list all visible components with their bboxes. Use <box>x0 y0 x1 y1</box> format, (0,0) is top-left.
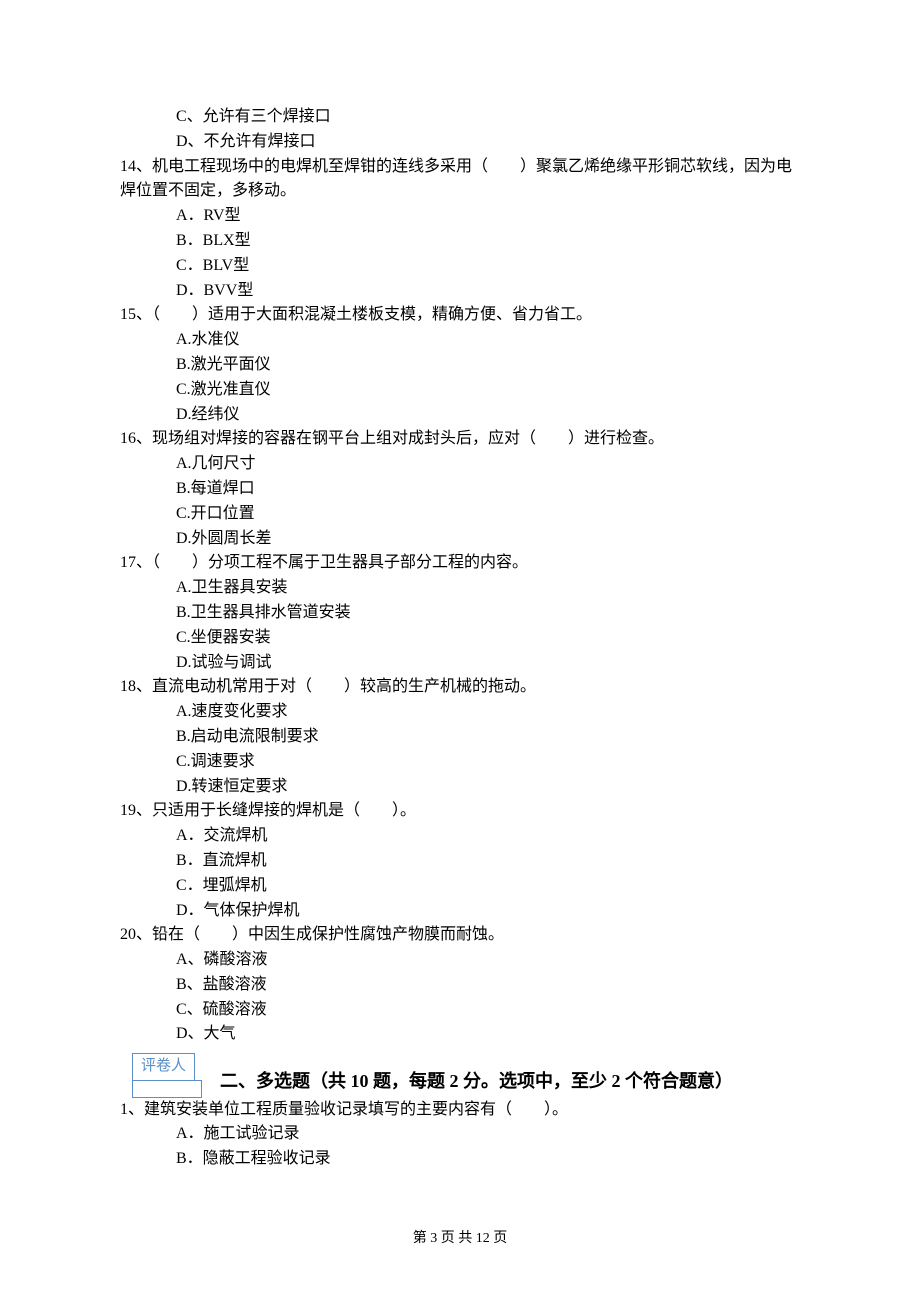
q20-option-d: D、大气 <box>176 1022 800 1047</box>
q20-stem: 20、铅在（ ）中因生成保护性腐蚀产物膜而耐蚀。 <box>120 923 800 948</box>
section-2-title: 二、多选题（共 10 题，每题 2 分。选项中，至少 2 个符合题意） <box>202 1068 800 1098</box>
q13-option-c: C、允许有三个焊接口 <box>176 105 800 130</box>
q15-option-a: A.水准仪 <box>176 328 800 353</box>
q13-option-d: D、不允许有焊接口 <box>176 130 800 155</box>
q18-option-b: B.启动电流限制要求 <box>176 725 800 750</box>
q14-option-c: C．BLV型 <box>176 254 800 279</box>
q16-option-a: A.几何尺寸 <box>176 452 800 477</box>
q14-option-d: D．BVV型 <box>176 279 800 304</box>
q16-option-c: C.开口位置 <box>176 502 800 527</box>
q16-option-b: B.每道焊口 <box>176 477 800 502</box>
mq1-option-b: B．隐蔽工程验收记录 <box>176 1147 800 1172</box>
grader-label: 评卷人 <box>132 1053 195 1080</box>
q15-option-c: C.激光准直仪 <box>176 378 800 403</box>
q17-option-a: A.卫生器具安装 <box>176 576 800 601</box>
q15-option-d: D.经纬仪 <box>176 403 800 428</box>
q14-option-a: A．RV型 <box>176 204 800 229</box>
q15-option-b: B.激光平面仪 <box>176 353 800 378</box>
q16-option-d: D.外圆周长差 <box>176 527 800 552</box>
q17-option-c: C.坐便器安装 <box>176 626 800 651</box>
q19-option-c: C．埋弧焊机 <box>176 874 800 899</box>
q14-stem: 14、机电工程现场中的电焊机至焊钳的连线多采用（ ）聚氯乙烯绝缘平形铜芯软线，因… <box>120 155 800 205</box>
q19-option-a: A．交流焊机 <box>176 824 800 849</box>
mq1-stem: 1、建筑安装单位工程质量验收记录填写的主要内容有（ ）。 <box>120 1098 800 1123</box>
q18-option-c: C.调速要求 <box>176 750 800 775</box>
q20-option-b: B、盐酸溶液 <box>176 973 800 998</box>
q19-option-b: B．直流焊机 <box>176 849 800 874</box>
q19-stem: 19、只适用于长缝焊接的焊机是（ ）。 <box>120 799 800 824</box>
q20-option-a: A、磷酸溶液 <box>176 948 800 973</box>
q18-stem: 18、直流电动机常用于对（ ）较高的生产机械的拖动。 <box>120 675 800 700</box>
grader-box-group: 评卷人 <box>120 1053 202 1097</box>
q19-option-d: D．气体保护焊机 <box>176 899 800 924</box>
q16-stem: 16、现场组对焊接的容器在钢平台上组对成封头后，应对（ ）进行检查。 <box>120 427 800 452</box>
q17-stem: 17、（ ）分项工程不属于卫生器具子部分工程的内容。 <box>120 551 800 576</box>
q14-option-b: B．BLX型 <box>176 229 800 254</box>
grader-score-box <box>132 1080 202 1098</box>
q17-option-b: B.卫生器具排水管道安装 <box>176 601 800 626</box>
q20-option-c: C、硫酸溶液 <box>176 998 800 1023</box>
mq1-option-a: A．施工试验记录 <box>176 1122 800 1147</box>
q17-option-d: D.试验与调试 <box>176 651 800 676</box>
page-footer: 第 3 页 共 12 页 <box>120 1228 800 1250</box>
q15-stem: 15、（ ）适用于大面积混凝土楼板支模，精确方便、省力省工。 <box>120 303 800 328</box>
q18-option-d: D.转速恒定要求 <box>176 775 800 800</box>
q18-option-a: A.速度变化要求 <box>176 700 800 725</box>
